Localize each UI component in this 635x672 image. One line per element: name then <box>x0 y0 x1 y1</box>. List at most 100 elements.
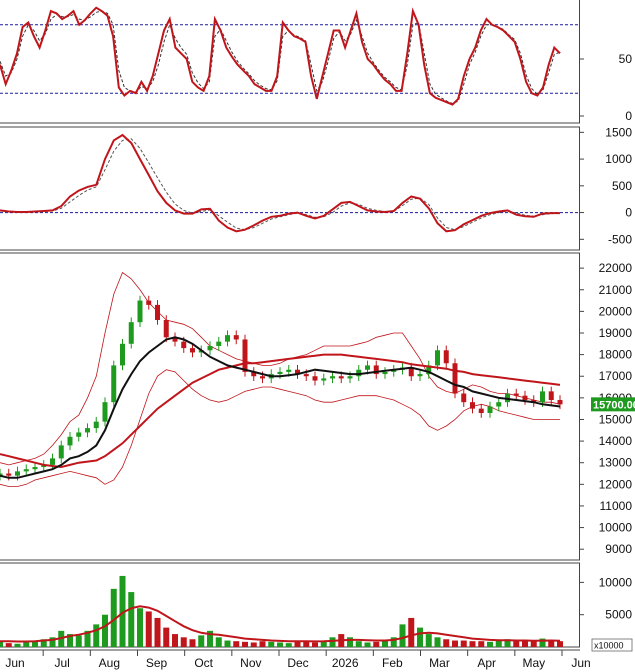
price-tick-label: 18000 <box>599 348 633 362</box>
volume-axis: 10000 5000 <box>579 575 633 622</box>
price-tick-label: 9000 <box>605 542 632 556</box>
stochastic-k-line <box>0 6 561 106</box>
candle-up <box>32 467 38 470</box>
candle-down <box>461 393 467 403</box>
volume-tick-label: 5000 <box>605 608 632 622</box>
volume-bar <box>224 640 231 647</box>
volume-bar <box>408 617 415 647</box>
candle-up <box>347 376 353 379</box>
time-tick-label: 2026 <box>332 656 359 670</box>
time-tick-label: Aug <box>99 656 120 670</box>
time-tick-label: Jun <box>5 656 24 670</box>
volume-bar <box>137 608 143 647</box>
stochastic-lines <box>0 6 579 106</box>
volume-bar <box>268 641 275 647</box>
candle-down <box>260 376 265 379</box>
volume-bar <box>5 643 12 647</box>
macd-tick-label: 1000 <box>605 152 632 166</box>
volume-bar <box>128 592 135 647</box>
volume-bar <box>425 634 432 647</box>
stochastic-panel: 0 50 <box>0 0 633 124</box>
time-tick-label: Nov <box>240 656 261 670</box>
volume-bar <box>557 641 563 647</box>
volume-bar <box>180 637 187 647</box>
volume-bar <box>303 641 310 647</box>
candle-up <box>67 436 73 446</box>
volume-bar <box>417 627 423 647</box>
macd-tick-label: 1500 <box>605 125 632 139</box>
candle-down <box>6 473 12 476</box>
candle-down <box>338 376 344 379</box>
volume-bar <box>215 637 222 647</box>
candle-down <box>181 341 187 349</box>
candle-down <box>155 304 160 321</box>
volume-tick-label: 10000 <box>599 575 633 589</box>
price-tick-label: 13000 <box>599 456 633 470</box>
volume-bar <box>285 643 292 647</box>
volume-bar <box>154 617 161 647</box>
time-tick-label: Apr <box>477 656 496 670</box>
candle-up <box>496 402 502 407</box>
volume-bar <box>530 641 537 647</box>
candle-down <box>522 395 528 401</box>
volume-bar <box>23 642 30 647</box>
last-price-marker: 15700.00 <box>591 397 635 412</box>
candle-down <box>548 391 554 401</box>
volume-bar <box>478 641 485 647</box>
stock-chart: 050 150010005000-500 2200021000200001900… <box>0 0 635 670</box>
candle-down <box>478 408 484 413</box>
volume-bar <box>145 611 152 647</box>
volume-bar <box>355 641 362 647</box>
candle-down <box>303 374 309 377</box>
time-tick-label: Mar <box>429 656 450 670</box>
price-tick-label: 22000 <box>599 261 633 275</box>
candle-down <box>470 402 475 409</box>
candle-up <box>540 391 545 403</box>
price-tick-label: 20000 <box>599 304 633 318</box>
volume-bar <box>259 641 266 647</box>
volume-bar <box>329 637 336 647</box>
volume-bar <box>75 635 82 647</box>
macd-panel: 1500 1000 500 0 -500 <box>0 125 632 251</box>
volume-bar <box>495 640 502 647</box>
candle-up <box>58 445 64 459</box>
candle-down <box>312 376 318 381</box>
candle-up <box>111 365 117 403</box>
price-axis: 2200021000200001900018000170001600015000… <box>579 261 635 556</box>
candle-up <box>487 406 493 413</box>
candle-down <box>452 363 458 394</box>
volume-bar <box>93 624 100 647</box>
candle-down <box>557 400 563 405</box>
volume-bar <box>469 641 476 647</box>
candle-down <box>146 300 152 305</box>
macd-axis: 1500 1000 500 0 -500 <box>579 125 632 246</box>
candle-up <box>15 471 20 476</box>
volume-bar <box>14 643 21 647</box>
volume-bar <box>443 639 450 647</box>
volume-bar <box>189 639 196 647</box>
macd-tick-label: 0 <box>625 206 632 220</box>
volume-series <box>0 575 563 647</box>
volume-bar <box>487 641 493 647</box>
time-tick-label: Jun <box>571 656 590 670</box>
price-tick-label: 10000 <box>599 521 633 535</box>
volume-bar <box>233 641 240 647</box>
volume-panel: 10000 5000 x10000 <box>0 562 633 652</box>
volume-bar <box>513 641 520 647</box>
price-tick-label: 19000 <box>599 326 633 340</box>
price-tick-label: 11000 <box>600 499 633 513</box>
short-moving-average <box>0 336 561 479</box>
time-tick-label: Feb <box>382 656 403 670</box>
candle-up <box>417 374 423 377</box>
lower-bollinger-band <box>0 369 560 487</box>
candle-up <box>277 371 283 375</box>
stochastic-tick-label: 50 <box>619 52 633 66</box>
candle-down <box>242 339 248 372</box>
time-tick-label: Oct <box>194 656 213 670</box>
volume-bar <box>382 640 388 647</box>
candle-up <box>93 421 99 429</box>
volume-bar <box>399 624 406 647</box>
candle-down <box>190 348 195 353</box>
candle-up <box>216 341 222 346</box>
candle-up <box>286 369 292 372</box>
